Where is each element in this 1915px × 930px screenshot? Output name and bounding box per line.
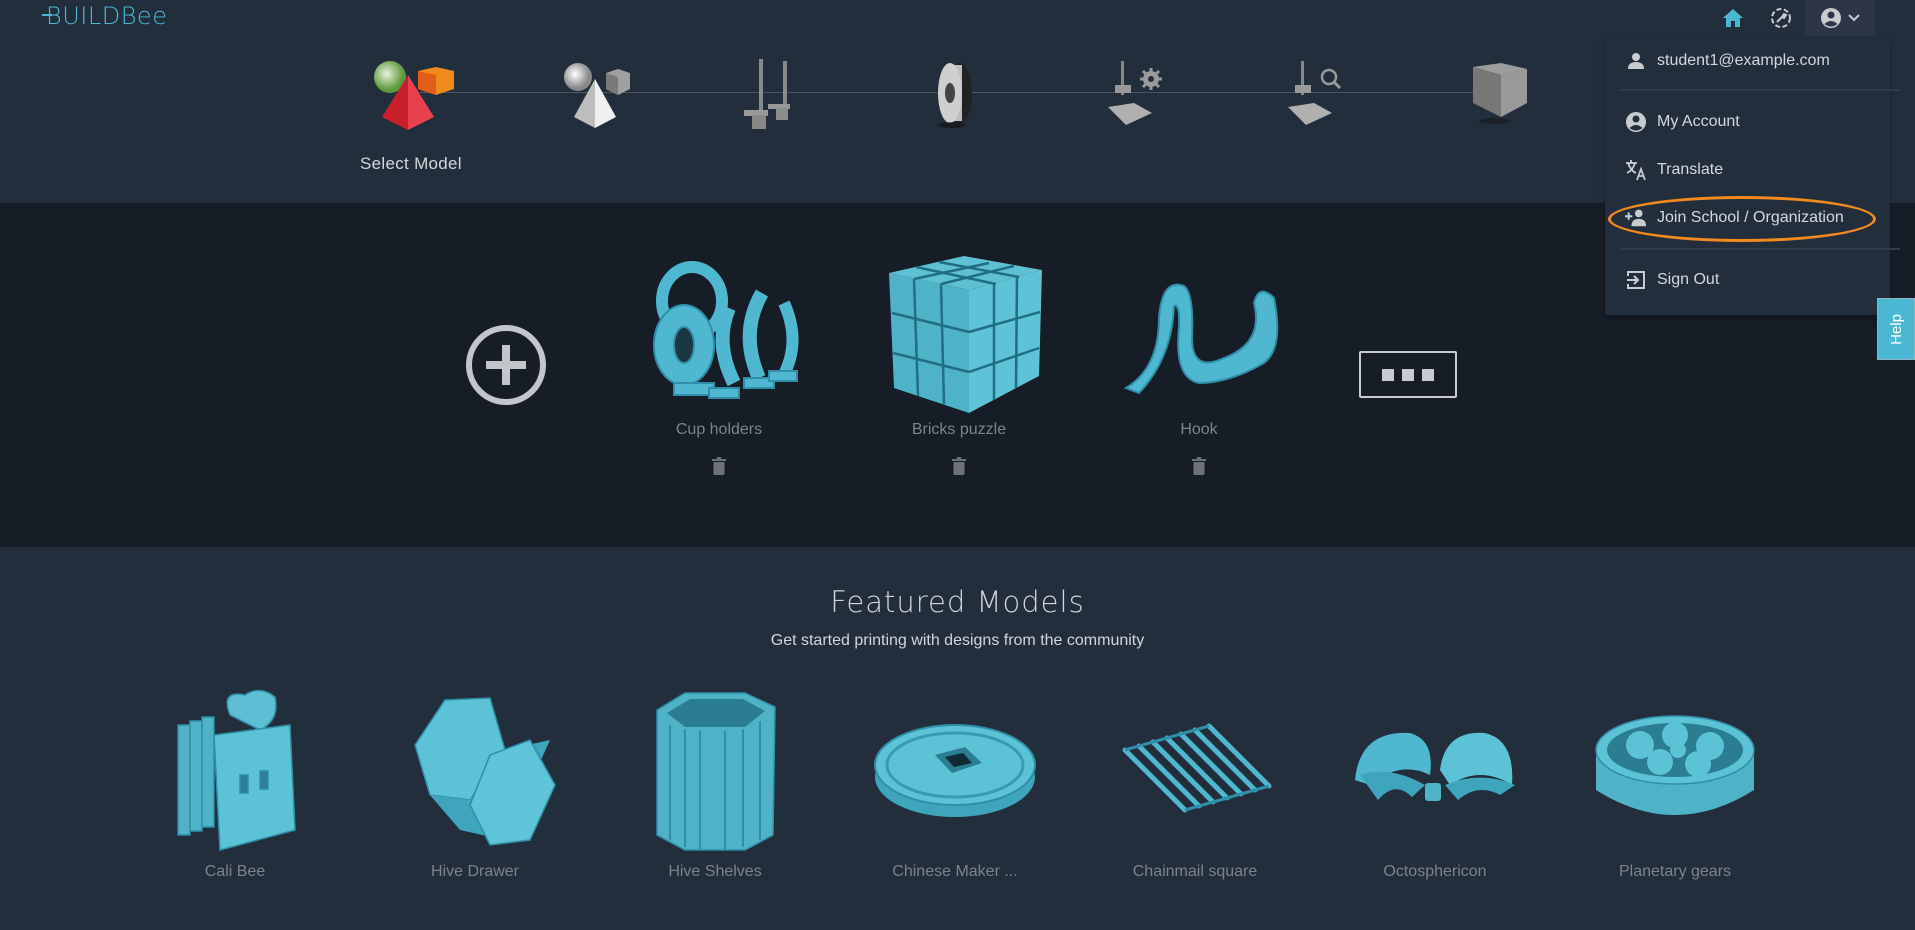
shapes-color-icon bbox=[374, 61, 454, 130]
featured-model-card[interactable]: Planetary gears bbox=[1575, 685, 1775, 881]
printer-icon bbox=[744, 59, 790, 129]
featured-model-card[interactable]: Chainmail square bbox=[1095, 685, 1295, 881]
model-thumbnail[interactable] bbox=[1109, 248, 1289, 418]
menu-item-translate[interactable]: Translate bbox=[1625, 155, 1723, 185]
chainmail-square-model-icon bbox=[1122, 723, 1272, 813]
buildbee-logo[interactable]: BUILDBee bbox=[41, 2, 167, 30]
user-email: student1@example.com bbox=[1657, 52, 1830, 69]
printer-status-button[interactable] bbox=[1757, 0, 1805, 36]
delete-model-button[interactable] bbox=[712, 457, 726, 475]
bricks-puzzle-model-icon bbox=[889, 256, 1042, 413]
cube-icon bbox=[1473, 63, 1527, 124]
trash-icon bbox=[1192, 457, 1206, 475]
featured-model-name: Planetary gears bbox=[1618, 863, 1732, 880]
translate-icon bbox=[1626, 160, 1646, 181]
step-select-model[interactable] bbox=[370, 55, 460, 135]
model-thumbnail[interactable] bbox=[629, 248, 809, 418]
model-thumbnail bbox=[1095, 685, 1295, 855]
octosphericon-model-icon bbox=[1355, 732, 1515, 801]
featured-model-name: Hive Drawer bbox=[430, 863, 519, 880]
recent-model-name[interactable]: Bricks puzzle bbox=[869, 421, 1049, 439]
model-thumbnail bbox=[135, 685, 335, 855]
featured-model-card[interactable]: Chinese Maker ... bbox=[855, 685, 1055, 881]
featured-model-name: Cali Bee bbox=[204, 863, 266, 880]
home-button[interactable] bbox=[1709, 0, 1757, 36]
hook-model-icon bbox=[1123, 283, 1279, 395]
plus-circle-icon bbox=[466, 325, 546, 405]
hive-shelves-model-icon bbox=[656, 692, 776, 851]
featured-model-card[interactable]: Cali Bee bbox=[135, 685, 335, 881]
cali-bee-model-icon bbox=[177, 689, 296, 851]
step-model[interactable] bbox=[550, 55, 640, 135]
step-preview[interactable] bbox=[1270, 55, 1360, 135]
account-menu-button[interactable] bbox=[1805, 0, 1875, 36]
step-settings[interactable] bbox=[1090, 55, 1180, 135]
chevron-down-icon bbox=[1848, 14, 1860, 22]
menu-item-join-school[interactable]: Join School / Organization bbox=[1625, 203, 1844, 233]
trash-icon bbox=[712, 457, 726, 475]
hive-drawer-model-icon bbox=[414, 697, 556, 846]
model-thumbnail bbox=[1575, 685, 1775, 855]
step-printer[interactable] bbox=[730, 55, 820, 135]
person-icon bbox=[1628, 53, 1644, 69]
featured-model-card[interactable]: Hive Shelves bbox=[615, 685, 815, 881]
recent-model-card: Cup holders bbox=[629, 248, 809, 475]
step-filament[interactable] bbox=[910, 55, 1000, 135]
recent-model-name[interactable]: Cup holders bbox=[629, 421, 809, 439]
featured-model-card[interactable]: Octosphericon bbox=[1335, 685, 1535, 881]
model-thumbnail bbox=[375, 685, 575, 855]
help-tab[interactable]: Help bbox=[1877, 298, 1915, 360]
more-icon-dot bbox=[1382, 368, 1394, 381]
menu-item-email: student1@example.com bbox=[1625, 46, 1830, 76]
featured-model-name: Octosphericon bbox=[1383, 863, 1487, 880]
recent-model-card: Bricks puzzle bbox=[869, 248, 1049, 475]
featured-subtitle: Get started printing with designs from t… bbox=[770, 632, 1145, 649]
step-print[interactable] bbox=[1455, 55, 1545, 135]
shapes-gray-icon bbox=[564, 63, 630, 128]
trash-icon bbox=[952, 457, 966, 475]
featured-model-name: Chainmail square bbox=[1132, 863, 1258, 880]
featured-title: Featured Models bbox=[830, 585, 1085, 619]
menu-item-my-account[interactable]: My Account bbox=[1625, 107, 1740, 137]
more-icon-dot bbox=[1402, 368, 1414, 381]
model-thumbnail bbox=[855, 685, 1055, 855]
chinese-maker-coin-model-icon bbox=[874, 724, 1036, 817]
featured-model-name: Chinese Maker ... bbox=[892, 863, 1018, 880]
account-dropdown-menu: student1@example.com My Account Translat… bbox=[1605, 37, 1900, 315]
recent-model-card: Hook bbox=[1109, 248, 1289, 475]
step-label-select-model: Select Model bbox=[360, 154, 462, 173]
model-thumbnail bbox=[615, 685, 815, 855]
model-thumbnail[interactable] bbox=[869, 248, 1049, 418]
person-add-icon bbox=[1625, 209, 1647, 227]
featured-model-card[interactable]: Hive Drawer bbox=[375, 685, 575, 881]
printer-settings-icon bbox=[1108, 61, 1162, 125]
recent-model-name[interactable]: Hook bbox=[1109, 421, 1289, 439]
home-icon bbox=[1723, 9, 1743, 27]
menu-divider bbox=[1620, 89, 1900, 91]
model-thumbnail bbox=[1335, 685, 1535, 855]
delete-model-button[interactable] bbox=[1192, 457, 1206, 475]
spool-icon bbox=[938, 63, 972, 128]
sign-out-icon bbox=[1627, 271, 1645, 289]
printer-status-icon bbox=[1771, 8, 1791, 28]
account-circle-icon bbox=[1626, 112, 1646, 132]
menu-item-sign-out[interactable]: Sign Out bbox=[1625, 265, 1719, 295]
more-models-button[interactable] bbox=[1359, 351, 1457, 398]
more-icon-dot bbox=[1422, 368, 1434, 381]
add-model-button[interactable] bbox=[466, 325, 546, 405]
top-nav bbox=[1709, 0, 1915, 36]
planetary-gears-model-icon bbox=[1595, 715, 1755, 815]
delete-model-button[interactable] bbox=[952, 457, 966, 475]
printer-preview-icon bbox=[1288, 61, 1342, 125]
account-icon bbox=[1821, 8, 1841, 28]
featured-model-name: Hive Shelves bbox=[668, 863, 762, 880]
cup-holders-model-icon bbox=[653, 261, 799, 399]
menu-divider bbox=[1620, 248, 1900, 250]
